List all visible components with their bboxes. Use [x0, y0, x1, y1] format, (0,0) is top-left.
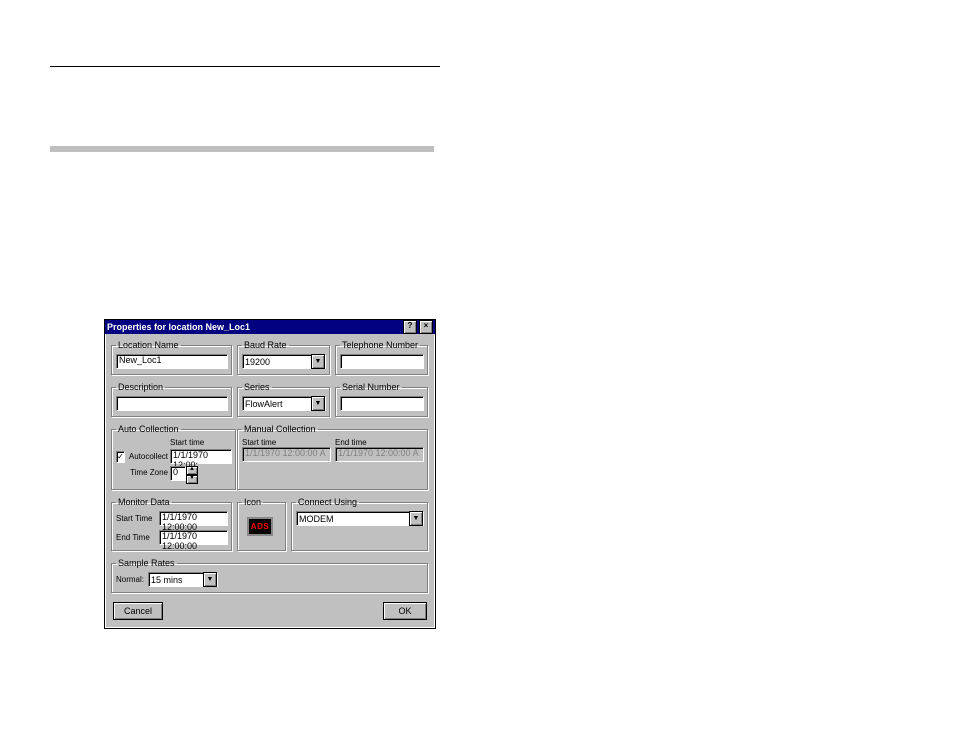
- legend-series: Series: [242, 382, 272, 392]
- cancel-button[interactable]: Cancel: [113, 602, 163, 620]
- group-series: Series FlowAlert ▼: [237, 382, 331, 418]
- sample-normal-select[interactable]: 15 mins ▼: [148, 572, 218, 587]
- connect-using-value: MODEM: [299, 514, 334, 524]
- time-zone-label: Time Zone: [116, 466, 168, 484]
- help-button[interactable]: ?: [403, 320, 417, 334]
- connect-using-select[interactable]: MODEM ▼: [296, 511, 424, 526]
- manual-start-label: Start time: [242, 438, 331, 447]
- chevron-down-icon: ▼: [311, 396, 325, 411]
- time-zone-stepper[interactable]: 0 ▲ ▼: [170, 466, 232, 484]
- group-sample-rates: Sample Rates Normal: 15 mins ▼: [111, 558, 429, 594]
- legend-monitor-data: Monitor Data: [116, 497, 172, 507]
- group-auto-collection: Auto Collection Start time ✓ Autocollect…: [111, 424, 237, 491]
- location-icon[interactable]: ADS: [242, 511, 278, 541]
- autocollect-label: Autocollect: [129, 452, 168, 461]
- dialog-titlebar[interactable]: Properties for location New_Loc1 ? ×: [105, 320, 435, 334]
- ads-badge-icon: ADS: [247, 517, 273, 536]
- legend-auto-collection: Auto Collection: [116, 424, 181, 434]
- top-divider: [50, 66, 440, 67]
- group-serial-number: Serial Number: [335, 382, 429, 418]
- monitor-end-input[interactable]: 1/1/1970 12:00:00: [159, 530, 228, 545]
- sample-normal-label: Normal:: [116, 575, 144, 584]
- auto-start-time-input[interactable]: 1/1/1970 12:00:: [170, 449, 232, 464]
- telephone-input[interactable]: [340, 354, 424, 369]
- manual-end-input: 1/1/1970 12:00:00 A: [335, 447, 424, 462]
- legend-connect-using: Connect Using: [296, 497, 359, 507]
- properties-dialog: Properties for location New_Loc1 ? × Loc…: [104, 319, 436, 629]
- legend-baud-rate: Baud Rate: [242, 340, 289, 350]
- monitor-start-label: Start Time: [116, 514, 156, 523]
- legend-sample-rates: Sample Rates: [116, 558, 177, 568]
- section-bar: [50, 146, 434, 152]
- manual-start-input: 1/1/1970 12:00:00 A: [242, 447, 331, 462]
- location-name-input[interactable]: New_Loc1: [116, 354, 228, 369]
- chevron-up-icon[interactable]: ▲: [186, 466, 198, 475]
- group-manual-collection: Manual Collection Start time End time 1/…: [237, 424, 429, 491]
- group-monitor-data: Monitor Data Start Time 1/1/1970 12:00:0…: [111, 497, 233, 552]
- legend-serial-number: Serial Number: [340, 382, 402, 392]
- ok-button[interactable]: OK: [383, 602, 427, 620]
- auto-start-time-label: Start time: [170, 438, 232, 447]
- series-value: FlowAlert: [245, 399, 283, 409]
- legend-telephone: Telephone Number: [340, 340, 420, 350]
- legend-location-name: Location Name: [116, 340, 181, 350]
- autocollect-checkbox[interactable]: ✓: [116, 451, 125, 463]
- monitor-end-label: End Time: [116, 533, 156, 542]
- monitor-start-input[interactable]: 1/1/1970 12:00:00: [159, 511, 228, 526]
- baud-rate-value: 19200: [245, 357, 270, 367]
- manual-end-label: End time: [335, 438, 424, 447]
- group-telephone: Telephone Number: [335, 340, 429, 376]
- time-zone-value[interactable]: 0: [170, 466, 186, 481]
- group-description: Description: [111, 382, 233, 418]
- chevron-down-icon[interactable]: ▼: [186, 475, 198, 484]
- legend-manual-collection: Manual Collection: [242, 424, 318, 434]
- baud-rate-select[interactable]: 19200 ▼: [242, 354, 326, 369]
- serial-number-input[interactable]: [340, 396, 424, 411]
- group-location-name: Location Name New_Loc1: [111, 340, 233, 376]
- chevron-down-icon: ▼: [409, 511, 423, 526]
- legend-description: Description: [116, 382, 165, 392]
- group-connect-using: Connect Using MODEM ▼: [291, 497, 429, 552]
- close-button[interactable]: ×: [419, 320, 433, 334]
- dialog-title: Properties for location New_Loc1: [107, 320, 250, 334]
- legend-icon: Icon: [242, 497, 263, 507]
- group-baud-rate: Baud Rate 19200 ▼: [237, 340, 331, 376]
- chevron-down-icon: ▼: [311, 354, 325, 369]
- series-select[interactable]: FlowAlert ▼: [242, 396, 326, 411]
- description-input[interactable]: [116, 396, 228, 411]
- group-icon: Icon ADS: [237, 497, 287, 552]
- chevron-down-icon: ▼: [203, 572, 217, 587]
- sample-normal-value: 15 mins: [151, 575, 183, 585]
